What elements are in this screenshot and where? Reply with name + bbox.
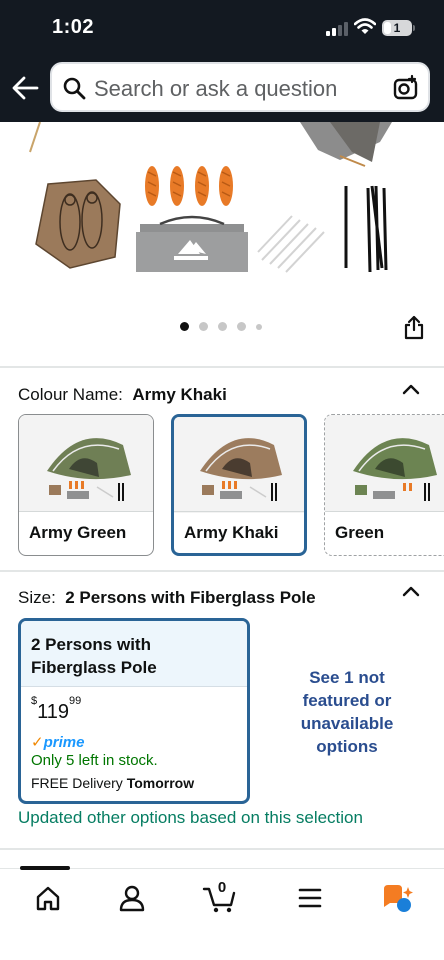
cellular-signal-icon bbox=[326, 22, 348, 36]
colour-option-label: Army Khaki bbox=[184, 523, 279, 542]
cart-button[interactable]: 0 bbox=[200, 879, 240, 915]
tent-thumbnail bbox=[353, 438, 437, 501]
colour-label: Colour Name: bbox=[18, 385, 123, 404]
bottom-navigation: 0 bbox=[0, 868, 444, 960]
search-input[interactable] bbox=[94, 75, 386, 103]
account-icon[interactable] bbox=[112, 881, 152, 915]
size-selected-value: 2 Persons with Fiberglass Pole bbox=[65, 588, 316, 607]
carousel-dot[interactable] bbox=[180, 322, 189, 331]
chevron-up-icon[interactable] bbox=[402, 585, 420, 597]
price: $11999 bbox=[31, 695, 81, 724]
tent-thumbnail bbox=[200, 438, 282, 501]
carousel-dot[interactable] bbox=[218, 322, 227, 331]
colour-option-green[interactable]: Green bbox=[324, 414, 444, 556]
see-unavailable-options-link[interactable]: See 1 not featured or unavailable option… bbox=[288, 666, 406, 758]
tent-thumbnail bbox=[47, 438, 131, 501]
price-fraction: 99 bbox=[69, 695, 82, 708]
colour-selected-value: Army Khaki bbox=[132, 385, 227, 404]
delivery-day: Tomorrow bbox=[126, 775, 195, 791]
carousel-dot[interactable] bbox=[237, 322, 246, 331]
size-heading: Size: 2 Persons with Fiberglass Pole bbox=[18, 588, 316, 608]
top-app-bar: 1:02 1 bbox=[0, 0, 444, 122]
delivery-info: FREE Delivery Tomorrow bbox=[31, 775, 194, 791]
colour-heading: Colour Name: Army Khaki bbox=[18, 385, 227, 405]
rufus-ai-icon[interactable] bbox=[378, 881, 418, 915]
section-divider bbox=[0, 366, 444, 368]
carousel-page-indicator bbox=[180, 322, 270, 332]
size-label: Size: bbox=[18, 588, 56, 607]
colour-options: Army Green Army Khaki Green bbox=[0, 414, 444, 556]
chevron-up-icon[interactable] bbox=[402, 383, 420, 395]
search-icon bbox=[63, 77, 86, 100]
prime-label: prime bbox=[43, 734, 85, 751]
cart-count: 0 bbox=[217, 879, 227, 896]
delivery-prefix: FREE Delivery bbox=[31, 775, 123, 791]
stock-status: Only 5 left in stock. bbox=[31, 752, 158, 769]
size-option-card[interactable]: 2 Persons with Fiberglass Pole $11999 ✓p… bbox=[18, 618, 250, 804]
updated-options-note: Updated other options based on this sele… bbox=[18, 808, 363, 827]
colour-option-label: Army Green bbox=[29, 523, 127, 542]
back-arrow-icon[interactable] bbox=[10, 74, 40, 102]
section-divider bbox=[0, 848, 444, 850]
carousel-dot[interactable] bbox=[199, 322, 208, 331]
prime-check-icon: ✓ bbox=[31, 734, 44, 751]
prime-badge: ✓prime bbox=[31, 733, 84, 751]
wifi-icon bbox=[354, 18, 376, 34]
active-tab-indicator bbox=[20, 866, 70, 870]
price-currency: $ bbox=[31, 695, 38, 708]
share-icon[interactable] bbox=[402, 314, 426, 340]
colour-option-label: Green bbox=[335, 523, 385, 542]
price-whole: 119 bbox=[37, 701, 70, 723]
size-option-title: 2 Persons with Fiberglass Pole bbox=[31, 635, 157, 677]
colour-option-army-khaki[interactable]: Army Khaki bbox=[171, 414, 307, 556]
search-bar[interactable] bbox=[50, 62, 430, 112]
carousel-dot[interactable] bbox=[256, 324, 262, 330]
section-divider bbox=[0, 570, 444, 572]
camera-scan-icon[interactable] bbox=[392, 74, 420, 102]
colour-option-army-green[interactable]: Army Green bbox=[18, 414, 154, 556]
battery-icon: 1 bbox=[382, 20, 412, 36]
battery-level: 1 bbox=[393, 21, 401, 35]
home-icon[interactable] bbox=[28, 881, 68, 915]
status-time: 1:02 bbox=[52, 16, 95, 38]
menu-icon[interactable] bbox=[290, 881, 330, 915]
